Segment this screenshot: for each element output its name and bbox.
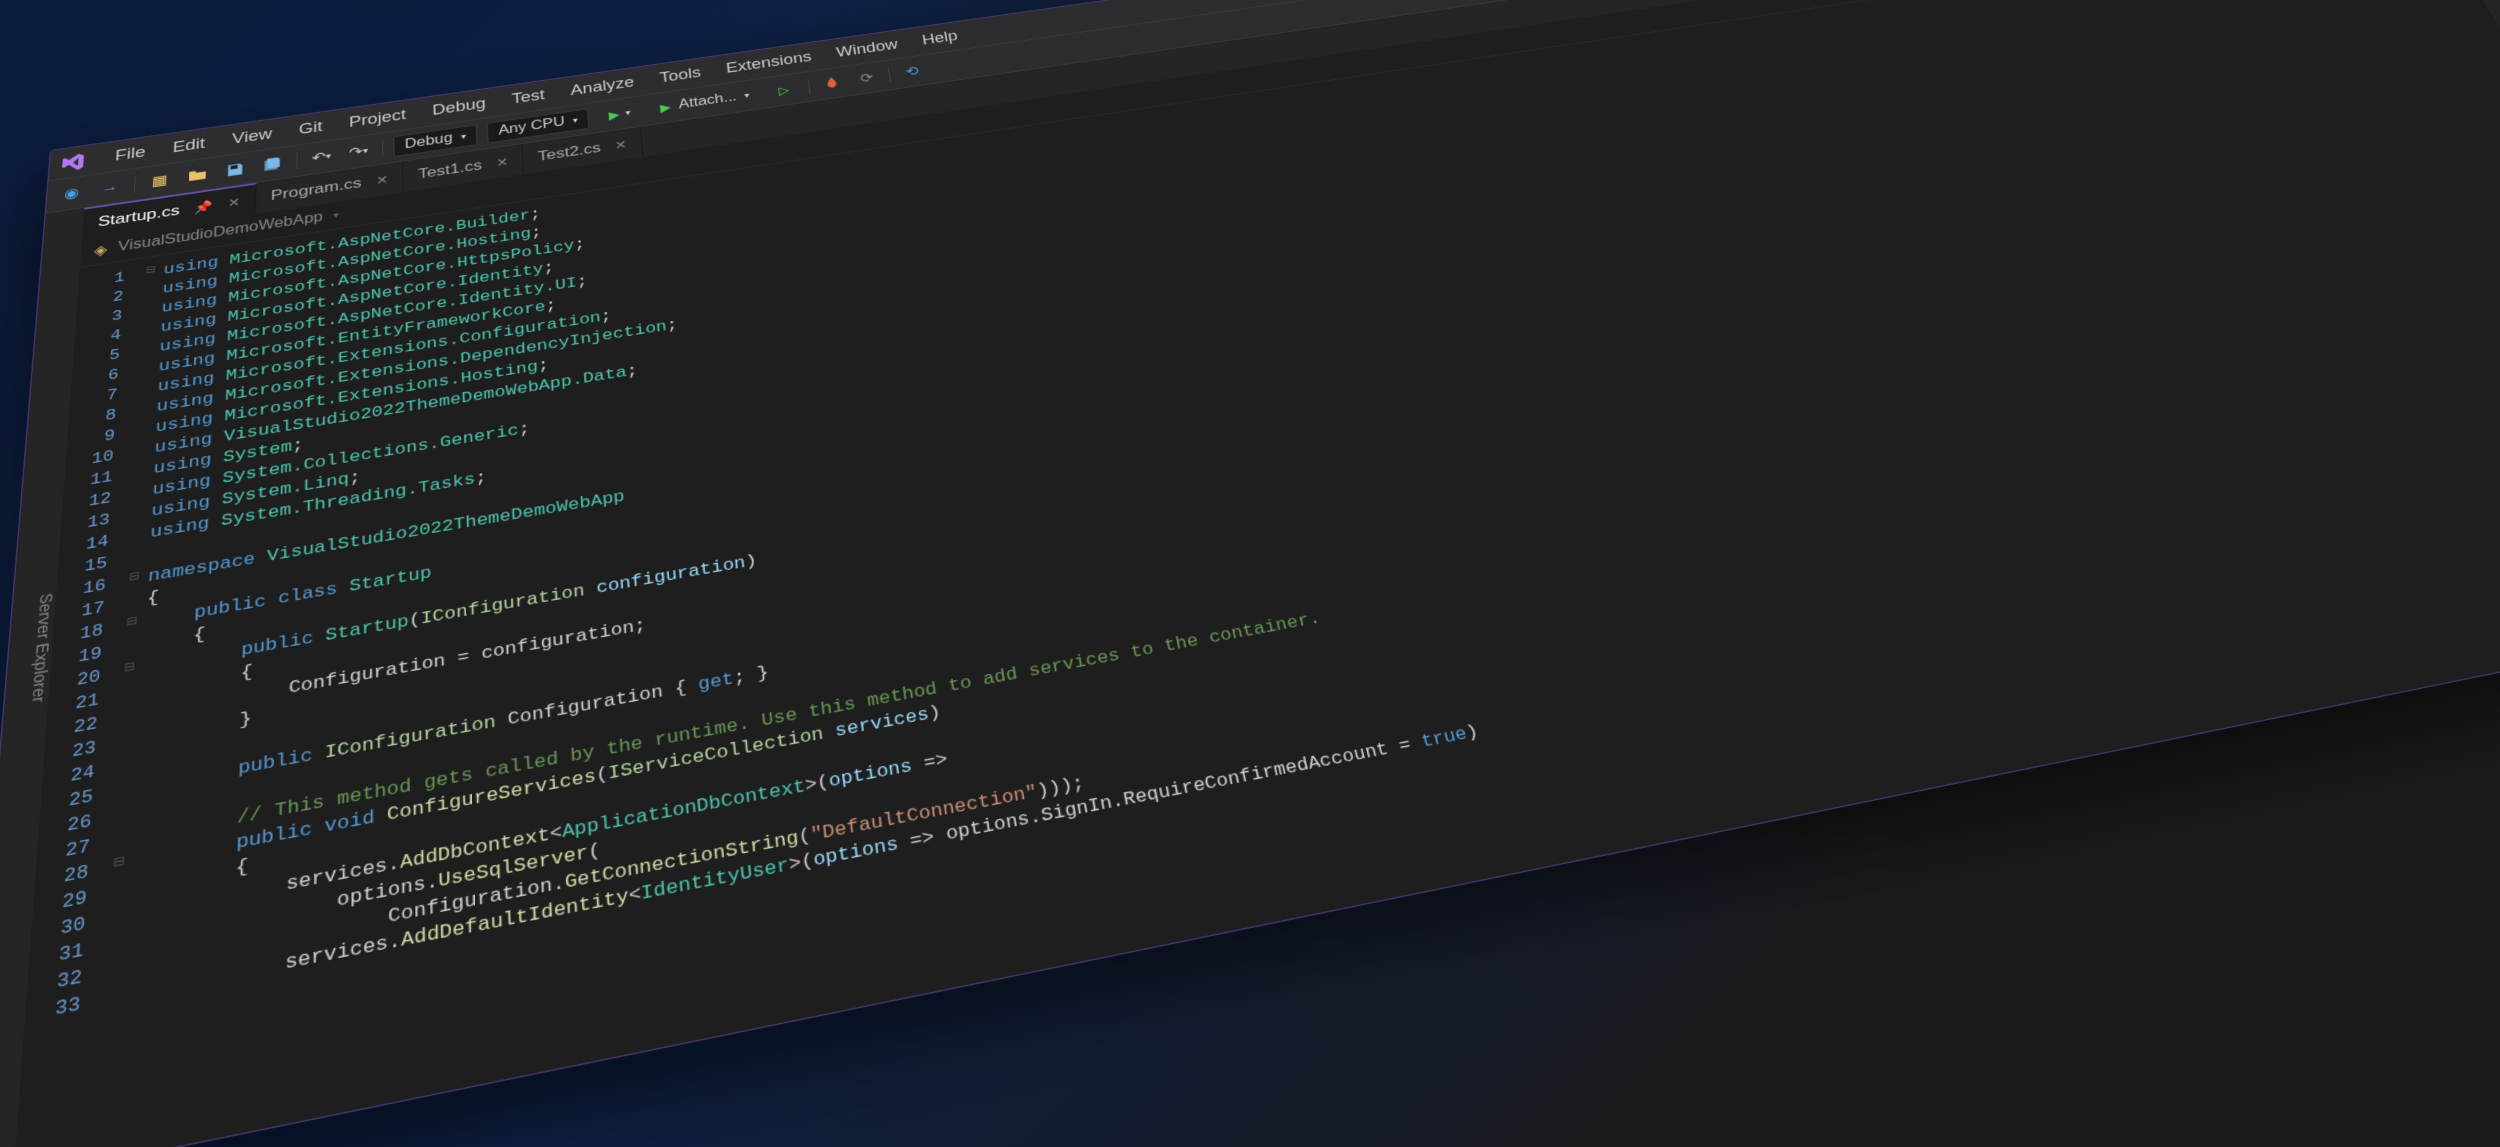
save-icon[interactable] xyxy=(221,157,249,182)
chevron-down-icon: ▾ xyxy=(625,108,631,117)
close-icon[interactable]: ✕ xyxy=(228,195,241,211)
chevron-down-icon: ▾ xyxy=(333,210,338,220)
open-folder-icon[interactable] xyxy=(183,163,211,188)
save-all-icon[interactable] xyxy=(259,152,286,177)
menu-help[interactable]: Help xyxy=(909,23,971,53)
start-no-debug-button[interactable]: ▷ xyxy=(768,79,800,101)
new-item-icon[interactable]: ▦ xyxy=(145,168,174,193)
close-icon[interactable]: ✕ xyxy=(496,154,509,169)
undo-icon[interactable]: ↶ ▾ xyxy=(308,145,335,170)
menu-git[interactable]: Git xyxy=(286,113,334,143)
play-outline-icon: ▷ xyxy=(778,83,790,98)
redo-icon[interactable]: ↷ ▾ xyxy=(345,140,372,165)
start-debug-button[interactable]: ▶ ▾ xyxy=(598,102,641,126)
close-icon[interactable]: ✕ xyxy=(614,137,627,152)
hot-reload-icon[interactable] xyxy=(818,72,846,95)
editor-area: Startup.cs📌✕Program.cs✕Test1.cs✕Test2.cs… xyxy=(13,0,2500,1147)
ide-window: FileEditViewGitProjectDebugTestAnalyzeTo… xyxy=(0,0,2500,1147)
close-icon[interactable]: ✕ xyxy=(376,172,388,188)
menu-edit[interactable]: Edit xyxy=(160,130,218,161)
visual-studio-logo-icon xyxy=(57,149,88,176)
play-icon: ▶ xyxy=(660,100,672,115)
chevron-down-icon: ▾ xyxy=(744,91,750,100)
nav-back-icon[interactable]: ◉ xyxy=(57,181,86,206)
nav-forward-icon[interactable]: → xyxy=(95,175,124,200)
browser-link-icon[interactable]: ⟳ xyxy=(853,67,881,90)
pin-icon[interactable]: 📌 xyxy=(194,198,213,215)
menu-file[interactable]: File xyxy=(102,138,159,169)
chevron-down-icon: ▾ xyxy=(572,116,578,125)
csharp-project-icon: ◈ xyxy=(93,241,107,260)
refresh-icon[interactable]: ⟲ xyxy=(898,60,926,83)
chevron-down-icon: ▾ xyxy=(461,132,466,141)
menu-test[interactable]: Test xyxy=(499,82,557,113)
main-area: Server Explorer Startup.cs📌✕Program.cs✕T… xyxy=(0,0,2500,1147)
play-icon: ▶ xyxy=(608,107,620,122)
